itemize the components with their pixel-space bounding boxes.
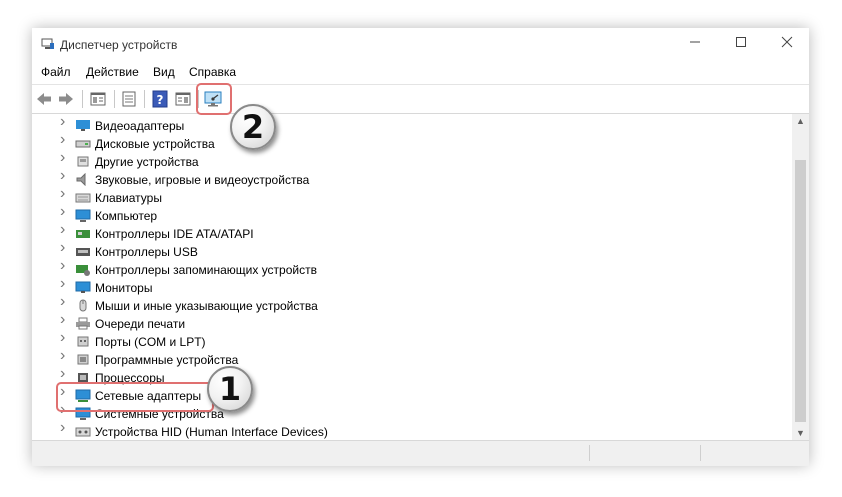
tree-item-label: Очереди печати: [95, 317, 186, 331]
chevron-right-icon[interactable]: ›: [60, 186, 68, 202]
port-icon: [77, 336, 89, 347]
tree-item-label: Порты (COM и LPT): [95, 335, 206, 349]
tree-item-label: Мониторы: [95, 281, 153, 295]
chevron-right-icon[interactable]: ›: [60, 294, 68, 310]
usb-controller-icon: [76, 248, 90, 256]
vertical-scrollbar[interactable]: ▲ ▼: [792, 114, 809, 440]
chevron-right-icon[interactable]: ›: [60, 366, 68, 382]
scan-button-highlight: [196, 83, 232, 115]
tree-item[interactable]: › Устройства HID (Human Interface Devices…: [60, 420, 780, 440]
mouse-icon: [79, 299, 87, 312]
computer-icon: [75, 209, 91, 222]
list-view-icon[interactable]: [119, 89, 139, 109]
tree-item-label: Мыши и иные указывающие устройства: [95, 299, 318, 313]
step-badge-1: 1: [207, 366, 253, 412]
display-adapter-icon: [76, 120, 90, 131]
close-button[interactable]: [777, 34, 797, 54]
toolbar-separator: [144, 90, 145, 108]
chevron-right-icon[interactable]: ›: [60, 330, 68, 346]
menu-bar: Файл Действие Вид Справка: [32, 64, 809, 82]
keyboard-icon: [75, 193, 91, 203]
tree-item[interactable]: › Мыши и иные указывающие устройства: [60, 294, 780, 315]
chevron-right-icon[interactable]: ›: [60, 114, 68, 130]
tree-item-label: Клавиатуры: [95, 191, 162, 205]
chevron-right-icon[interactable]: ›: [60, 258, 68, 274]
title-bar[interactable]: Диспетчер устройств: [32, 28, 809, 60]
tree-item-label: Контроллеры USB: [95, 245, 198, 259]
tree-item-label: Звуковые, игровые и видеоустройства: [95, 173, 310, 187]
toolbar: ?: [32, 84, 809, 114]
tree-item-label: Контроллеры запоминающих устройств: [95, 263, 317, 277]
tree-item-label: Устройства HID (Human Interface Devices): [95, 425, 328, 439]
tree-item[interactable]: › Компьютер: [60, 204, 780, 225]
scroll-thumb[interactable]: [795, 160, 806, 422]
chevron-right-icon[interactable]: ›: [60, 222, 68, 238]
monitor-icon: [75, 281, 91, 293]
network-adapters-highlight: [56, 382, 214, 412]
menu-file[interactable]: Файл: [41, 65, 71, 79]
toolbar-separator: [82, 90, 83, 108]
tree-item[interactable]: › Дисковые устройства: [60, 132, 780, 153]
status-bar: [32, 440, 809, 466]
maximize-button[interactable]: [731, 34, 751, 54]
scroll-down-icon[interactable]: ▼: [792, 426, 809, 440]
tree-item[interactable]: › Порты (COM и LPT): [60, 330, 780, 351]
menu-view[interactable]: Вид: [153, 65, 175, 79]
disk-drive-icon: [75, 140, 91, 148]
tree-item[interactable]: › Контроллеры запоминающих устройств: [60, 258, 780, 279]
status-divider: [589, 445, 590, 461]
tree-item-label: Программные устройства: [95, 353, 239, 367]
chevron-right-icon[interactable]: ›: [60, 204, 68, 220]
storage-controller-icon: [76, 265, 90, 276]
tree-item[interactable]: › Очереди печати: [60, 312, 780, 333]
chevron-right-icon[interactable]: ›: [60, 312, 68, 328]
other-device-icon: [77, 156, 89, 167]
chevron-right-icon[interactable]: ›: [60, 276, 68, 292]
chevron-right-icon[interactable]: ›: [60, 240, 68, 256]
tree-item[interactable]: › Контроллеры USB: [60, 240, 780, 261]
forward-arrow-icon[interactable]: [56, 89, 76, 109]
maximize-icon: [736, 37, 746, 47]
properties-pane-icon[interactable]: [88, 89, 108, 109]
tree-item-label: Видеоадаптеры: [95, 119, 185, 133]
back-arrow-icon[interactable]: [34, 89, 54, 109]
tree-item[interactable]: › Мониторы: [60, 276, 780, 297]
window-title: Диспетчер устройств: [60, 38, 178, 52]
tree-item[interactable]: › Видеоадаптеры: [60, 114, 780, 135]
software-device-icon: [77, 354, 89, 365]
minimize-icon: [690, 41, 700, 43]
status-divider: [700, 445, 701, 461]
menu-action[interactable]: Действие: [86, 65, 139, 79]
tree-item[interactable]: › Контроллеры IDE ATA/ATAPI: [60, 222, 780, 243]
tree-item-label: Компьютер: [95, 209, 158, 223]
close-icon: [781, 36, 793, 48]
chevron-right-icon[interactable]: ›: [60, 420, 68, 436]
chevron-right-icon[interactable]: ›: [60, 348, 68, 364]
tree-item[interactable]: › Другие устройства: [60, 150, 780, 171]
step-badge-2: 2: [230, 104, 276, 150]
chevron-right-icon[interactable]: ›: [60, 150, 68, 166]
details-view-icon[interactable]: [173, 89, 193, 109]
ide-controller-icon: [76, 230, 90, 238]
help-icon[interactable]: ?: [150, 89, 170, 109]
tree-item-label: Дисковые устройства: [95, 137, 215, 151]
tree-item[interactable]: › Звуковые, игровые и видеоустройства: [60, 168, 780, 189]
hid-icon: [75, 427, 91, 437]
tree-item[interactable]: › Программные устройства: [60, 348, 780, 369]
tree-item-label: Другие устройства: [95, 155, 199, 169]
toolbar-separator: [114, 90, 115, 108]
speaker-icon: [76, 173, 86, 186]
svg-text:?: ?: [157, 93, 164, 107]
printer-icon: [76, 317, 90, 330]
device-manager-app-icon: [41, 38, 54, 49]
menu-help[interactable]: Справка: [189, 65, 236, 79]
chevron-right-icon[interactable]: ›: [60, 168, 68, 184]
tree-item[interactable]: › Клавиатуры: [60, 186, 780, 207]
tree-item-label: Контроллеры IDE ATA/ATAPI: [95, 227, 254, 241]
minimize-button[interactable]: [685, 34, 705, 54]
scroll-up-icon[interactable]: ▲: [792, 114, 809, 128]
chevron-right-icon[interactable]: ›: [60, 132, 68, 148]
